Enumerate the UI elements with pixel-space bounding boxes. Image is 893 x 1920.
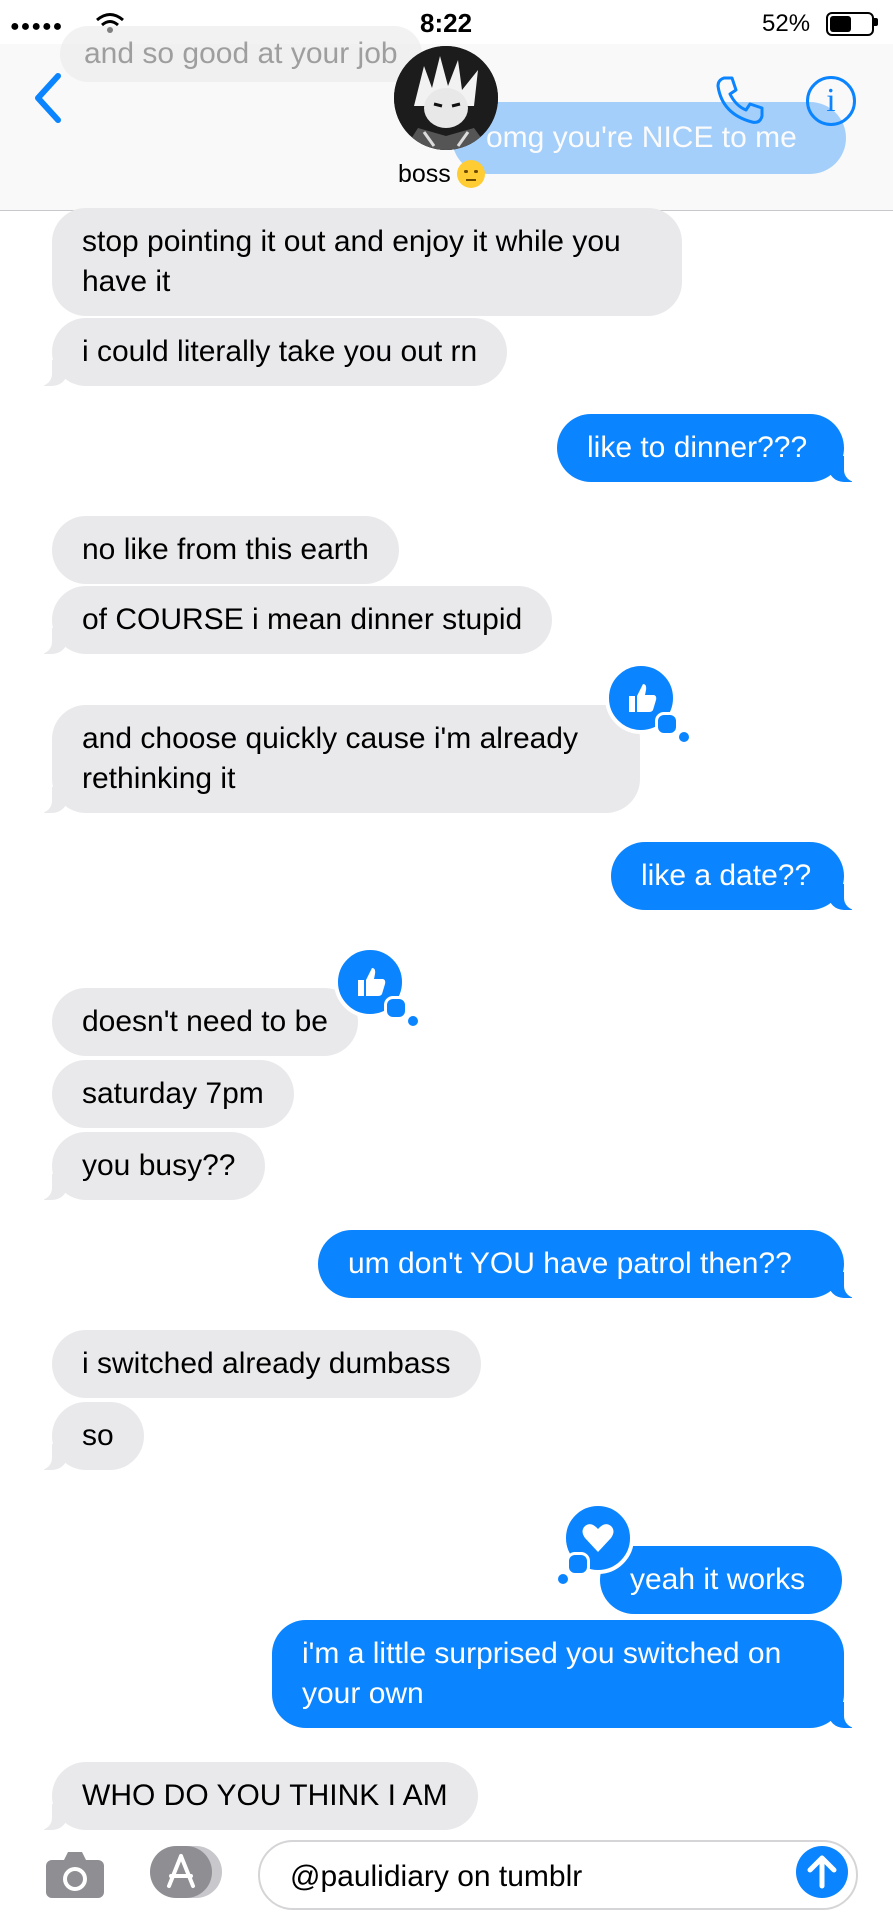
contact-name[interactable]: boss [398, 160, 485, 189]
arrow-up-icon [807, 1855, 837, 1889]
message-bubble-incoming[interactable]: i switched already dumbass [52, 1330, 481, 1398]
ghost-incoming-message: and so good at your job [60, 26, 422, 82]
message-bubble-incoming[interactable]: i could literally take you out rn [29, 318, 508, 386]
battery-nub [874, 18, 878, 26]
message-bubble-incoming[interactable]: doesn't need to be [52, 988, 358, 1056]
send-button[interactable] [796, 1846, 848, 1898]
message-bubble-incoming[interactable]: so [30, 1402, 144, 1470]
contact-avatar[interactable] [394, 46, 498, 150]
thumbs-up-icon [629, 684, 657, 712]
battery-icon [826, 12, 874, 36]
message-bubble-outgoing[interactable]: um don't YOU have patrol then?? [318, 1230, 866, 1298]
message-bubble-incoming[interactable]: of COURSE i mean dinner stupid [29, 586, 553, 654]
camera-icon[interactable] [44, 1848, 106, 1900]
message-bubble-outgoing[interactable]: like a date?? [611, 842, 866, 910]
thumbs-up-icon [358, 968, 386, 996]
tapback-heart[interactable] [558, 1502, 634, 1584]
status-time: 8:22 [420, 8, 473, 38]
message-bubble-incoming[interactable]: saturday 7pm [52, 1060, 294, 1128]
back-chevron-icon[interactable] [30, 72, 66, 124]
flushed-face-emoji [456, 160, 485, 188]
message-bubble-incoming[interactable]: you busy?? [29, 1132, 266, 1200]
message-bubble-incoming[interactable]: no like from this earth [52, 516, 399, 584]
heart-icon [582, 1524, 614, 1552]
info-icon[interactable]: i [806, 76, 856, 126]
message-bubble-outgoing[interactable]: i'm a little surprised you switched on y… [272, 1620, 866, 1728]
message-bubble-incoming[interactable]: and choose quickly cause i'm already ret… [30, 705, 640, 813]
message-bubble-incoming[interactable]: stop pointing it out and enjoy it while … [52, 208, 682, 316]
ghost-outgoing-message: omg you're NICE to me [452, 102, 846, 174]
conversation-header: and so good at your job omg you're NICE … [0, 26, 893, 211]
message-input-text: @paulidiary on tumblr [290, 1860, 583, 1893]
message-bubble-outgoing[interactable]: like to dinner??? [557, 414, 866, 482]
input-bar: @paulidiary on tumblr [0, 1830, 893, 1920]
battery-percent: 52% [762, 10, 811, 37]
tapback-thumbs-up[interactable] [605, 662, 689, 742]
phone-icon[interactable] [712, 72, 768, 128]
message-bubble-outgoing[interactable]: yeah it works [600, 1546, 842, 1614]
signal-icon: ●●●●● [10, 18, 64, 35]
tapback-thumbs-up[interactable] [334, 946, 418, 1026]
app-store-icon[interactable] [150, 1846, 222, 1898]
message-bubble-incoming[interactable]: WHO DO YOU THINK I AM [30, 1762, 478, 1830]
